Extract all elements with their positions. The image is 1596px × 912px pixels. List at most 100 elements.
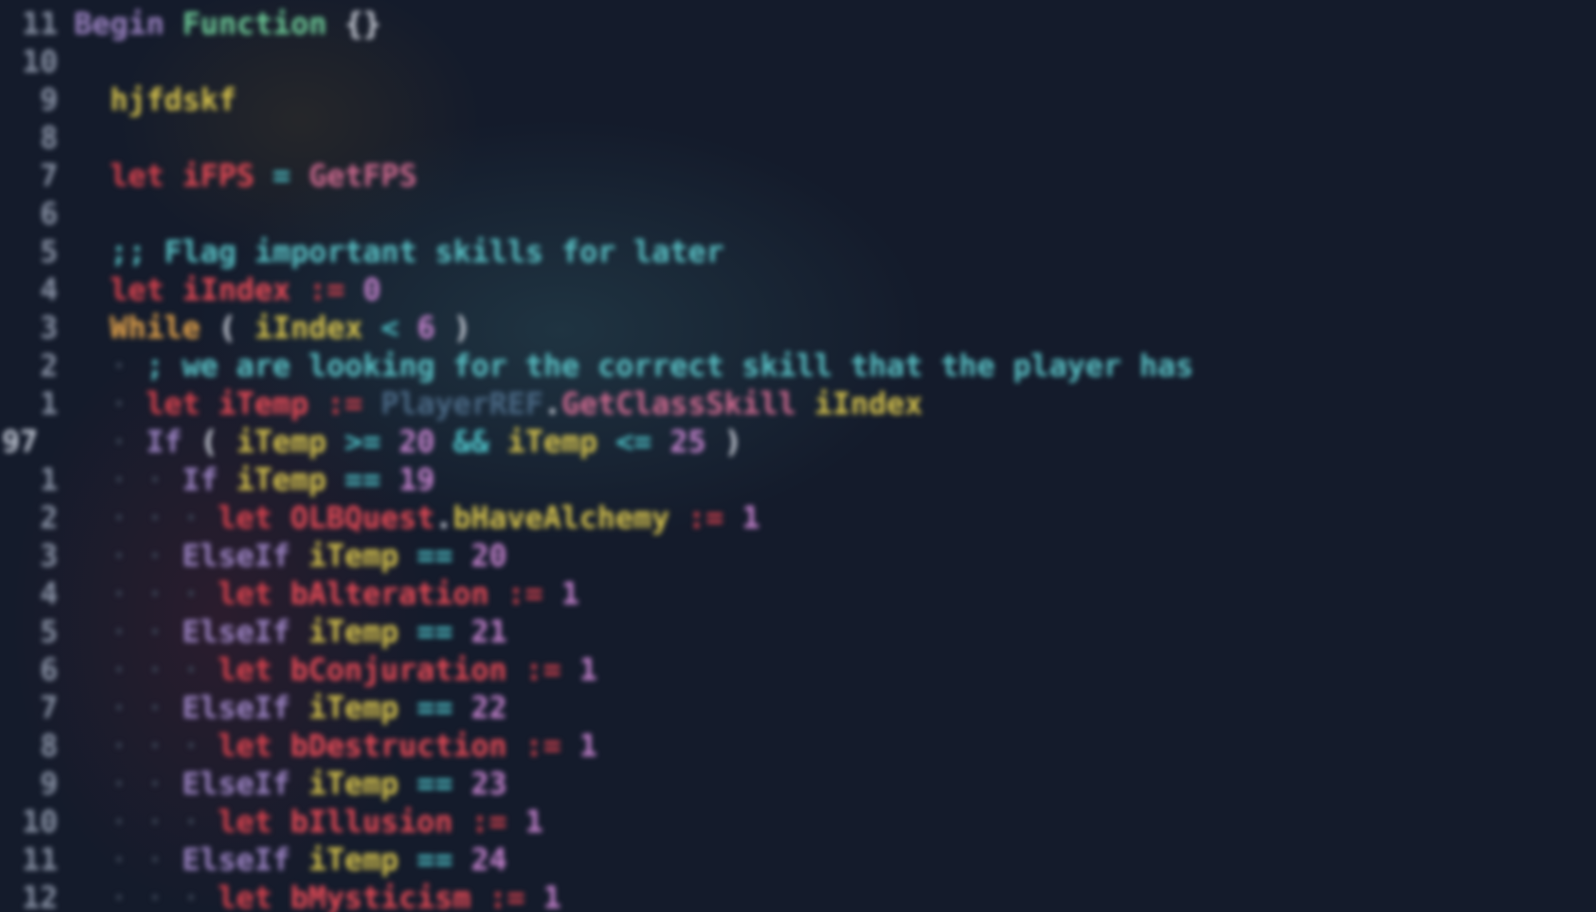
code-token: == (398, 615, 471, 650)
code-token: OLBQuest (290, 501, 435, 536)
code-token: := (507, 729, 580, 764)
code-token: PlayerREF (380, 387, 544, 422)
code-token: iTemp (308, 843, 399, 878)
line-text: · ; we are looking for the correct skill … (74, 348, 1194, 386)
line-text: · · ElseIf iTemp == 24 (74, 842, 507, 880)
line-text: · · If iTemp == 19 (74, 462, 435, 500)
code-token: := (308, 387, 381, 422)
code-token: iTemp (308, 691, 399, 726)
indent-guide: · (146, 729, 165, 764)
line-number: 11 (21, 7, 58, 42)
line-number: 7 (39, 691, 58, 726)
code-token: 0 (362, 273, 381, 308)
code-token: 1 (561, 577, 580, 612)
code-token: iFPS (182, 159, 255, 194)
code-token: iIndex (182, 273, 291, 308)
code-token: While (110, 311, 201, 346)
code-token: iIndex (254, 311, 363, 346)
indent-guide: · (110, 539, 129, 574)
indent-guide: · (146, 881, 165, 912)
line-number: 97 (1, 425, 38, 460)
indent-guide: · (182, 729, 201, 764)
indent-guide: · (110, 843, 129, 878)
code-token: ElseIf (182, 615, 291, 650)
indent-guide: · (182, 653, 201, 688)
line-text: ;; Flag important skills for later (74, 234, 724, 272)
code-token: let (218, 577, 273, 612)
code-token: := (452, 805, 526, 840)
code-token: ElseIf (182, 539, 291, 574)
line-number: 10 (21, 805, 58, 840)
code-token: 22 (471, 691, 508, 726)
code-token: let (110, 159, 165, 194)
line-number: 9 (39, 767, 58, 802)
code-token: 23 (471, 767, 508, 802)
code-token: := (507, 653, 580, 688)
line-number: 5 (39, 615, 58, 650)
line-number: 6 (39, 653, 58, 688)
indent-guide: · (182, 577, 201, 612)
code-token: && (435, 425, 508, 460)
code-token: . (434, 501, 453, 536)
line-number: 10 (21, 45, 58, 80)
indent-guide: · (110, 349, 129, 384)
code-token: ElseIf (182, 691, 291, 726)
code-token: let (110, 273, 165, 308)
line-text: · · · let bConjuration := 1 (74, 652, 597, 690)
code-token: iTemp (218, 387, 309, 422)
code-editor[interactable]: 11 Begin Function {} 10 9 hjfdskf 8 7 let iFPS … (0, 0, 1596, 912)
indent-guide: · (146, 539, 165, 574)
code-token: . (543, 387, 562, 422)
code-token: ElseIf (182, 843, 291, 878)
code-token: ( (200, 311, 255, 346)
line-text: · let iTemp := PlayerREF.GetClassSkill iI… (74, 386, 923, 424)
indent-guide: · (110, 881, 129, 912)
code-token: := (290, 273, 363, 308)
code-token: hjfdskf (110, 83, 237, 118)
indent-guide: · (182, 501, 201, 536)
line-text: · If ( iTemp >= 20 && iTemp <= 25 ) (74, 424, 742, 462)
code-token: <= (597, 425, 670, 460)
indent-guide: · (110, 425, 129, 460)
line-text: · · · let bDestruction := 1 (74, 728, 597, 766)
code-token: 1 (579, 729, 598, 764)
code-token: bIllusion (290, 805, 453, 840)
code-token: iTemp (507, 425, 598, 460)
indent-guide: · (110, 653, 129, 688)
code-token: == (398, 767, 471, 802)
line-text: let iFPS = GetFPS (74, 158, 417, 196)
line-text: · · · let bAlteration := 1 (74, 576, 579, 614)
indent-guide: · (110, 729, 129, 764)
code-token: 19 (398, 463, 435, 498)
code-token: ; we are looking for the correct skill t… (146, 349, 1194, 384)
code-token: 1 (579, 653, 598, 688)
code-token: 1 (543, 881, 562, 912)
code-token: bAlteration (290, 577, 489, 612)
indent-guide: · (110, 577, 129, 612)
code-token: := (488, 577, 562, 612)
code-token: GetClassSkill (561, 387, 797, 422)
code-token: let (218, 729, 273, 764)
code-token: If (182, 463, 219, 498)
indent-guide: · (146, 805, 165, 840)
indent-guide: · (146, 577, 165, 612)
line-text: While ( iIndex < 6 ) (74, 310, 471, 348)
code-token: 20 (471, 539, 508, 574)
code-token: iTemp (236, 425, 327, 460)
line-number: 2 (39, 349, 58, 384)
line-number: 12 (21, 881, 58, 912)
line-text: hjfdskf (74, 82, 236, 120)
indent-guide: · (182, 805, 201, 840)
code-token: 21 (471, 615, 508, 650)
code-token: iTemp (308, 539, 399, 574)
indent-guide: · (146, 501, 165, 536)
